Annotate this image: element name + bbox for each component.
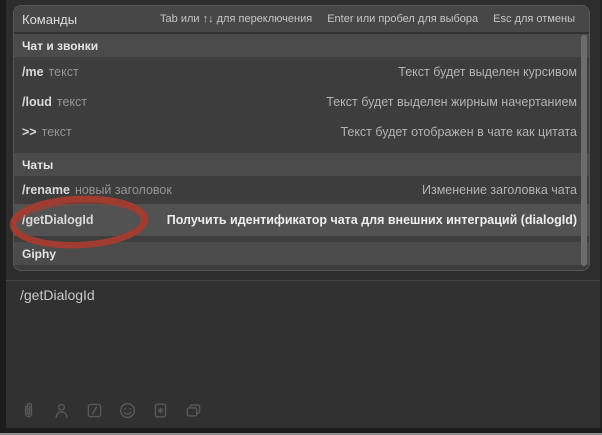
command-item[interactable]: >> текст Текст будет отображен в чате как …: [14, 117, 589, 147]
command-description: Изменение заголовка чата: [422, 183, 577, 197]
emoji-smiley-icon[interactable]: [118, 401, 137, 420]
command-name: /loud: [22, 95, 52, 109]
command-section: Чат и звонки/me текст Текст будет выделен …: [14, 34, 589, 147]
command-description: Текст будет выделен жирным начертанием: [326, 95, 577, 109]
section-header: Чат и звонки: [14, 34, 589, 57]
command-argument: текст: [48, 65, 79, 79]
command-name: /rename: [22, 183, 70, 197]
person-icon[interactable]: [52, 401, 71, 420]
command-item[interactable]: /me текст Текст будет выделен курсивом: [14, 57, 589, 87]
command-description: Текст будет отображен в чате как цитата: [340, 125, 577, 139]
command-item[interactable]: /rename новый заголовок Изменение заголовк…: [14, 176, 589, 204]
scrollbar-thumb[interactable]: [581, 35, 587, 266]
chat-window: Команды Tab или ↑↓ для переключения Enter…: [0, 0, 602, 435]
palette-hints: Tab или ↑↓ для переключения Enter или про…: [160, 13, 575, 25]
message-input[interactable]: /getDialogId: [20, 287, 95, 303]
command-name: /me: [22, 65, 44, 79]
command-name: /getDialogId: [22, 213, 94, 227]
paperclip-icon[interactable]: [19, 401, 38, 420]
palette-hint: Tab или ↑↓ для переключения: [160, 13, 313, 25]
sticker-icon[interactable]: [151, 401, 170, 420]
command-section: Чаты/rename новый заголовок Изменение заго…: [14, 153, 589, 236]
command-argument: текст: [56, 95, 87, 109]
command-section: Giphy: [14, 242, 589, 265]
command-description: Получить идентификатор чата для внешних …: [166, 213, 577, 227]
command-palette: Команды Tab или ↑↓ для переключения Enter…: [13, 5, 590, 271]
slash-command-icon[interactable]: [85, 401, 104, 420]
command-name: >>: [22, 125, 37, 139]
palette-hint: Esc для отмены: [493, 13, 575, 25]
composer-toolbar: [19, 401, 203, 420]
palette-hint: Enter или пробел для выбора: [327, 13, 479, 25]
command-description: Текст будет выделен курсивом: [398, 65, 577, 79]
gallery-icon[interactable]: [184, 401, 203, 420]
section-header: Чаты: [14, 153, 589, 176]
composer-area[interactable]: /getDialogId: [6, 281, 600, 428]
command-argument: текст: [41, 125, 72, 139]
command-item[interactable]: /getDialogId Получить идентификатор чата …: [14, 204, 589, 236]
command-argument: новый заголовок: [74, 183, 172, 197]
command-item[interactable]: /loud текст Текст будет выделен жирным нач…: [14, 87, 589, 117]
palette-header: Команды Tab или ↑↓ для переключения Enter…: [14, 6, 589, 34]
palette-title: Команды: [22, 11, 78, 27]
command-list: Чат и звонки/me текст Текст будет выделен …: [14, 34, 589, 265]
section-header: Giphy: [14, 242, 589, 265]
